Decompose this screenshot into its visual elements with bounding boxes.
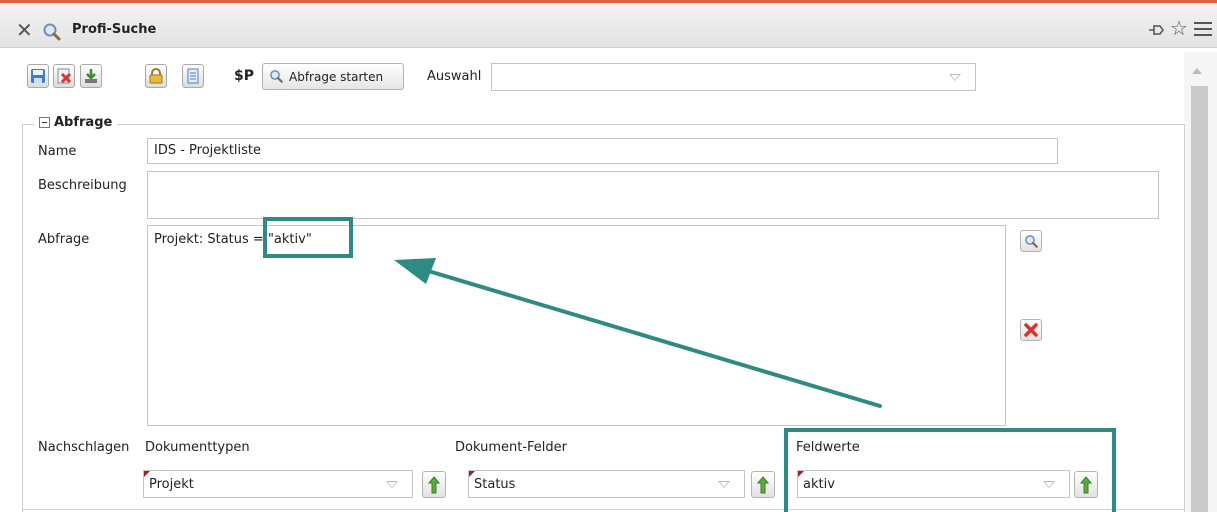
arrow-up-icon	[757, 475, 769, 493]
scrollbar-thumb[interactable]	[1191, 86, 1208, 512]
title-bar	[0, 3, 1217, 48]
arrow-up-icon	[428, 475, 440, 493]
delete-document-icon	[57, 68, 72, 84]
save-icon	[31, 69, 45, 83]
description-label: Beschreibung	[38, 178, 127, 193]
collapse-icon[interactable]	[39, 117, 50, 128]
clear-query-button[interactable]	[1020, 319, 1042, 341]
lock-icon	[149, 68, 163, 84]
doctypes-label: Dokumenttypen	[145, 440, 250, 455]
chevron-down-icon	[718, 481, 730, 488]
fieldvalues-highlight-box	[784, 428, 1116, 512]
name-label: Name	[38, 144, 77, 159]
insert-docfield-button[interactable]	[751, 471, 775, 498]
section-title: Abfrage	[54, 115, 113, 130]
auswahl-select[interactable]	[491, 63, 976, 91]
menu-icon[interactable]	[1193, 20, 1213, 38]
delete-query-button[interactable]	[53, 64, 75, 88]
close-icon[interactable]: ✕	[16, 20, 33, 40]
insert-doctype-button[interactable]	[422, 471, 446, 498]
annotation-arrow-icon	[394, 258, 882, 408]
auswahl-label: Auswahl	[427, 69, 482, 84]
lookup-label: Nachschlagen	[38, 440, 130, 455]
parameter-button[interactable]: $P	[229, 64, 259, 88]
save-button[interactable]	[27, 64, 49, 88]
docfields-label: Dokument-Felder	[455, 440, 567, 455]
chevron-down-icon	[386, 481, 398, 488]
download-button[interactable]	[80, 64, 102, 88]
search-icon	[43, 23, 61, 41]
chevron-down-icon	[949, 74, 961, 81]
description-field[interactable]	[147, 171, 1159, 219]
star-icon[interactable]: ☆	[1170, 16, 1188, 40]
script-button[interactable]	[182, 64, 204, 88]
start-query-button[interactable]: Abfrage starten	[262, 63, 404, 90]
lock-button[interactable]	[145, 64, 167, 88]
doctypes-select[interactable]: Projekt	[143, 470, 413, 498]
script-icon	[187, 68, 199, 84]
search-icon	[270, 70, 283, 83]
docfields-value: Status	[474, 477, 516, 492]
window-title: Profi-Suche	[72, 22, 157, 37]
docfields-select[interactable]: Status	[468, 470, 745, 498]
scroll-up-icon[interactable]	[1192, 68, 1202, 74]
search-icon	[1024, 234, 1038, 248]
download-icon	[85, 69, 97, 83]
query-label: Abfrage	[38, 232, 90, 247]
name-field[interactable]: IDS - Projektliste	[147, 138, 1058, 164]
query-highlight-box	[263, 217, 353, 258]
doctypes-value: Projekt	[149, 477, 194, 492]
query-search-button[interactable]	[1020, 230, 1042, 252]
delete-icon	[1024, 323, 1038, 337]
pin-icon[interactable]	[1146, 20, 1166, 40]
start-query-label: Abfrage starten	[289, 69, 384, 84]
fieldset-legend[interactable]: Abfrage	[34, 115, 118, 130]
